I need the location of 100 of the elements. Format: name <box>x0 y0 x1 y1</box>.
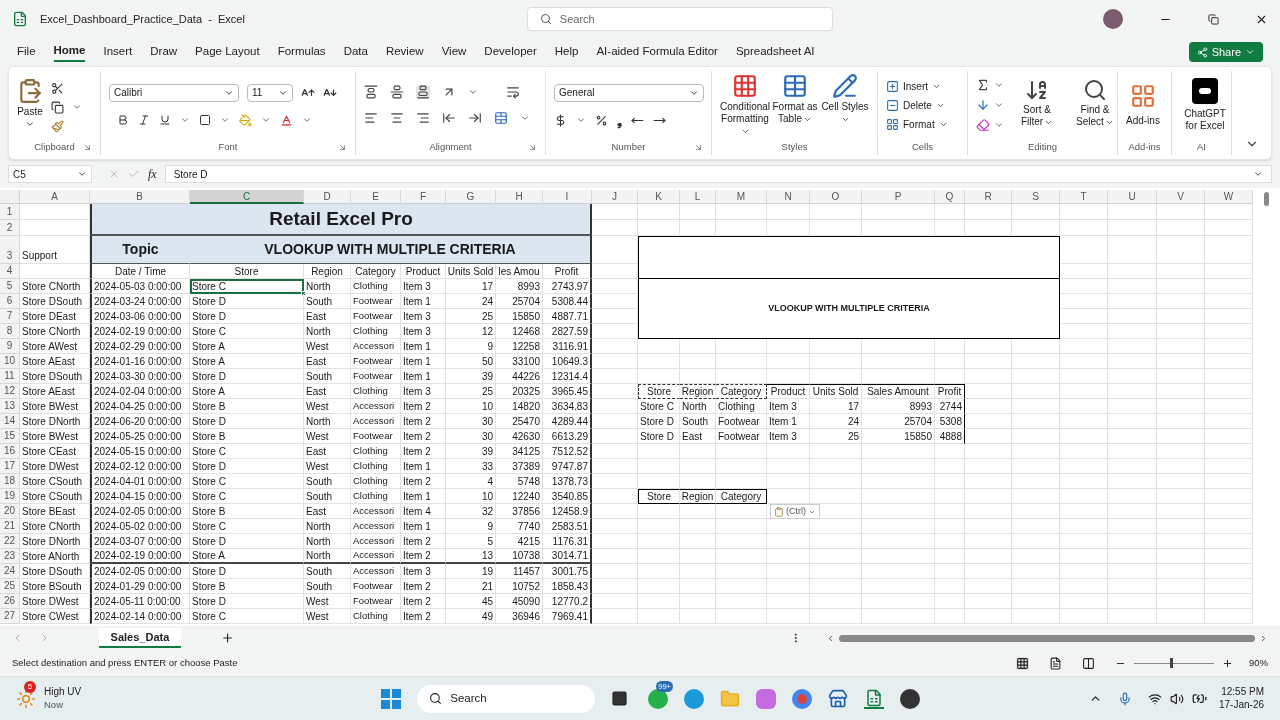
cell-styles-button[interactable]: Cell Styles <box>820 73 870 125</box>
task-view-icon[interactable] <box>611 690 629 707</box>
menu-tab[interactable]: Spreadsheet AI <box>735 42 815 62</box>
menu-tab[interactable]: View <box>441 42 467 62</box>
insert-function-button[interactable]: fx <box>148 165 157 183</box>
align-right-icon[interactable] <box>416 111 430 125</box>
underline-icon[interactable] <box>159 114 171 126</box>
cut-icon[interactable] <box>51 81 64 95</box>
caret-icon[interactable] <box>180 115 190 125</box>
app-icon[interactable] <box>900 688 921 709</box>
paste-options-button[interactable]: (Ctrl) <box>770 504 820 519</box>
sheet-tab[interactable]: Sales_Data <box>98 628 182 648</box>
microphone-icon[interactable] <box>1117 691 1132 706</box>
row-header[interactable]: 3 <box>0 236 20 264</box>
volume-icon[interactable] <box>1169 691 1184 706</box>
row-header[interactable]: 7 <box>0 309 20 324</box>
add-sheet-icon[interactable] <box>221 631 235 645</box>
font-color-icon[interactable] <box>280 113 293 127</box>
search-field[interactable]: Search <box>526 7 833 31</box>
caret-icon[interactable] <box>302 115 312 125</box>
merge-cells-icon[interactable] <box>494 111 508 125</box>
menu-tab[interactable]: Home <box>53 42 86 62</box>
clipboard-icon[interactable] <box>774 506 784 517</box>
bottom-align-icon[interactable] <box>416 85 430 99</box>
fill-color-icon[interactable] <box>239 113 252 127</box>
avatar[interactable] <box>1103 9 1123 29</box>
cells-menu-button[interactable]: Delete <box>886 97 948 113</box>
search-icon[interactable] <box>429 692 443 705</box>
menu-tab[interactable]: AI-aided Formula Editor <box>596 42 718 62</box>
caret-icon[interactable] <box>220 115 230 125</box>
row-header[interactable]: 4 <box>0 264 20 279</box>
find-select-button[interactable]: Find & Select <box>1070 78 1120 128</box>
comma-style-button[interactable]: ❟ <box>617 113 622 127</box>
search-icon[interactable] <box>1083 78 1107 102</box>
pencil-icon[interactable] <box>832 73 858 99</box>
row-header[interactable]: 22 <box>0 534 20 549</box>
column-header[interactable]: J <box>592 190 638 204</box>
caret-icon[interactable] <box>72 102 82 112</box>
clipboard-icon[interactable] <box>17 77 43 104</box>
chatgpt-button[interactable]: ChatGPT for Excel <box>1180 78 1230 132</box>
scroll-right-icon[interactable] <box>1259 633 1268 643</box>
row-header[interactable]: 21 <box>0 519 20 534</box>
menu-tab[interactable]: Data <box>343 42 368 62</box>
italic-icon[interactable] <box>138 114 150 126</box>
column-header[interactable]: D <box>304 190 351 204</box>
copy-icon[interactable] <box>51 100 64 114</box>
font-family-dropdown[interactable]: Calibri <box>109 83 239 102</box>
cells-menu-button[interactable]: Insert <box>886 78 948 94</box>
row-header[interactable]: 26 <box>0 594 20 609</box>
column-header[interactable]: T <box>1060 190 1108 204</box>
menu-tab[interactable]: Help <box>554 42 579 62</box>
excel-taskbar-icon[interactable] <box>864 688 885 709</box>
row-header[interactable]: 12 <box>0 384 20 399</box>
column-header[interactable]: U <box>1108 190 1157 204</box>
top-align-icon[interactable] <box>364 85 378 99</box>
row-header[interactable]: 19 <box>0 489 20 504</box>
row-header[interactable]: 17 <box>0 459 20 474</box>
column-header[interactable]: K <box>638 190 680 204</box>
row-header[interactable]: 8 <box>0 324 20 339</box>
menu-tab[interactable]: Review <box>385 42 424 62</box>
grid-icon[interactable] <box>1129 82 1156 109</box>
column-header[interactable]: B <box>90 190 190 204</box>
menu-tab[interactable]: Insert <box>103 42 133 62</box>
row-header[interactable]: 1 <box>0 204 20 220</box>
menu-tab[interactable]: Page Layout <box>195 42 260 62</box>
zoom-level[interactable]: 90% <box>1249 655 1268 671</box>
currency-icon[interactable] <box>554 113 567 127</box>
column-header[interactable]: W <box>1205 190 1253 204</box>
caret-icon[interactable] <box>261 115 271 125</box>
row-header[interactable]: 9 <box>0 339 20 354</box>
borders-icon[interactable] <box>199 114 211 126</box>
row-header[interactable]: 18 <box>0 474 20 489</box>
menu-tab[interactable]: File <box>17 42 36 62</box>
row-header[interactable]: 15 <box>0 429 20 444</box>
column-header[interactable]: A <box>20 190 90 204</box>
sort-icon[interactable] <box>1025 78 1049 102</box>
column-header[interactable]: L <box>680 190 716 204</box>
column-header[interactable]: H <box>496 190 543 204</box>
row-header[interactable]: 11 <box>0 369 20 384</box>
share-icon[interactable] <box>1196 46 1208 58</box>
bold-icon[interactable] <box>117 114 129 126</box>
cells-menu-button[interactable]: Format <box>886 116 948 132</box>
column-header[interactable]: I <box>543 190 592 204</box>
menu-tab[interactable]: Developer <box>484 42 537 62</box>
page-layout-icon[interactable] <box>1049 656 1062 670</box>
column-header[interactable]: V <box>1157 190 1205 204</box>
column-header[interactable]: R <box>965 190 1012 204</box>
row-header[interactable]: 16 <box>0 444 20 459</box>
column-header[interactable]: C <box>190 190 304 204</box>
clear-icon[interactable] <box>976 118 990 132</box>
decrease-indent-icon[interactable] <box>442 111 456 125</box>
row-header[interactable]: 2 <box>0 220 20 236</box>
table-icon[interactable] <box>782 73 808 99</box>
middle-align-icon[interactable] <box>390 85 404 99</box>
restore-icon[interactable] <box>1208 13 1219 25</box>
format-painter-icon[interactable] <box>51 119 64 133</box>
minus-square-icon[interactable] <box>886 98 899 112</box>
font-size-dropdown[interactable]: 11 <box>247 83 293 102</box>
normal-view-icon[interactable] <box>1016 656 1029 670</box>
format-as-table-button[interactable]: Format as Table <box>770 73 820 125</box>
